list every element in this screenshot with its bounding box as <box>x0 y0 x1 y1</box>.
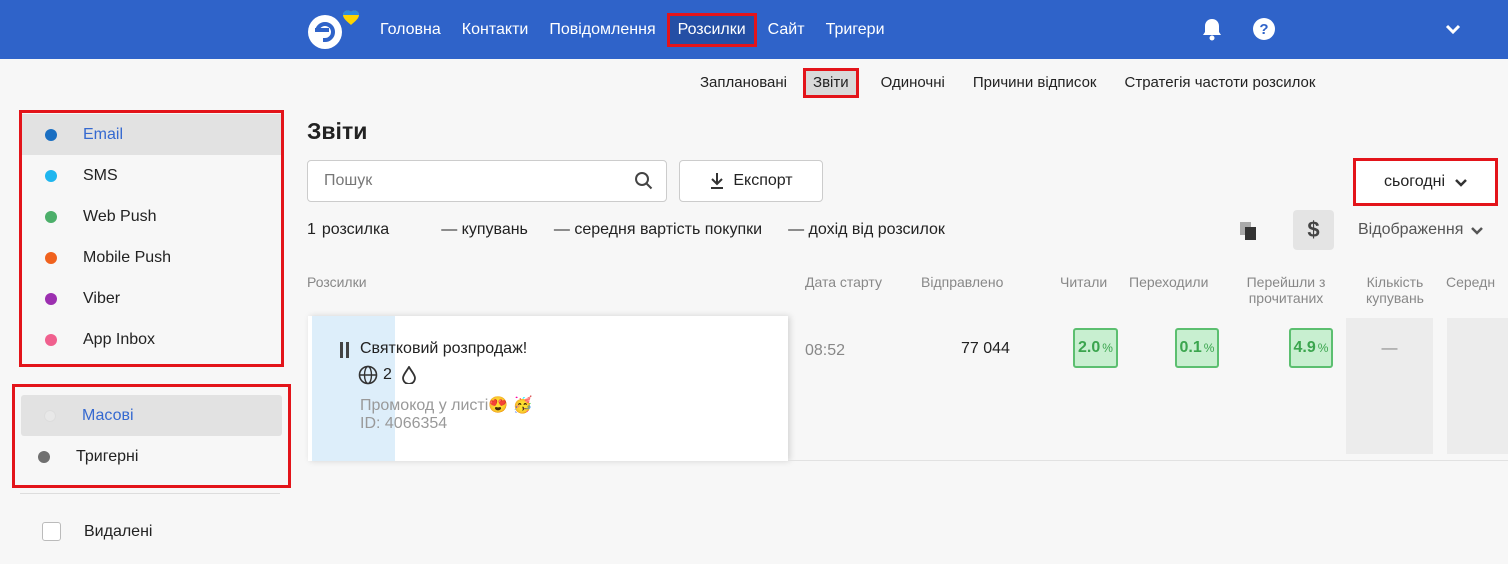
channels-label: App Inbox <box>83 330 156 348</box>
ctor-rate-badge[interactable]: 4.9% <box>1289 328 1333 368</box>
chevron-down-icon <box>1471 226 1484 235</box>
bell-icon[interactable] <box>1197 14 1227 44</box>
deleted-checkbox[interactable] <box>42 522 61 541</box>
channels-label: Viber <box>83 289 121 307</box>
subnav-item-2[interactable]: Одиночні <box>867 68 959 98</box>
campaign-name[interactable]: Святковий розпродаж! <box>360 340 527 358</box>
channels-label: Web Push <box>83 207 157 225</box>
subnav-item-4[interactable]: Стратегія частоти розсилок <box>1111 68 1330 98</box>
top-bar: Головна Контакти Повідомлення Розсилки Сайт Т… <box>0 0 1508 59</box>
nav-item-1[interactable]: Контакти <box>452 13 539 47</box>
read-rate-badge[interactable]: 2.0% <box>1073 328 1118 368</box>
globe-icon <box>358 365 378 385</box>
campaign-meta: 2 <box>358 365 416 385</box>
channels-item-5[interactable]: App Inbox <box>22 319 281 360</box>
period-label: сьогодні <box>1384 173 1445 190</box>
export-label: Експорт <box>733 172 793 189</box>
main-nav: Головна Контакти Повідомлення Розсилки Сайт Т… <box>370 0 896 59</box>
average-cell <box>1447 318 1508 454</box>
page-title: Звіти <box>307 118 368 144</box>
deleted-label: Видалені <box>84 522 153 540</box>
nav-item-0[interactable]: Головна <box>370 13 451 47</box>
avg-price-stat: — середня вартість покупки <box>553 221 763 238</box>
header-purchases[interactable]: Кількість купувань <box>1362 274 1428 306</box>
header-start-date[interactable]: Дата старту <box>805 274 882 290</box>
deleted-filter[interactable]: Видалені <box>42 522 152 541</box>
row-divider <box>788 460 1508 461</box>
purchases-stat: — купувань <box>441 221 528 238</box>
campaign-id: ID: 4066354 <box>360 415 448 432</box>
period-dropdown[interactable]: сьогодні <box>1353 158 1498 206</box>
chevron-down-icon[interactable] <box>1438 14 1468 44</box>
dot-icon <box>45 169 57 182</box>
header-clicked[interactable]: Переходили <box>1129 274 1208 290</box>
dot-icon <box>45 210 57 223</box>
nav-item-4[interactable]: Сайт <box>758 13 815 47</box>
dot-icon <box>45 292 57 305</box>
channels-label: Mobile Push <box>83 248 172 266</box>
campaign-count: 1 розсилка <box>307 221 390 238</box>
campaign-kind-filter: Масові Тригерні <box>12 384 291 488</box>
dot-icon <box>44 409 56 422</box>
kinds-label: Масові <box>82 406 134 424</box>
dollar-icon: $ <box>1307 217 1320 242</box>
help-icon[interactable]: ? <box>1249 14 1279 44</box>
start-time: 08:52 <box>805 342 846 359</box>
search-box[interactable] <box>307 160 667 202</box>
drop-icon <box>402 366 416 384</box>
channels-item-3[interactable]: Mobile Push <box>22 237 281 278</box>
dot-icon <box>45 128 57 141</box>
header-average[interactable]: Середн <box>1446 274 1495 290</box>
nav-item-5[interactable]: Тригери <box>816 13 895 47</box>
divider <box>20 493 280 494</box>
table-row[interactable] <box>308 316 788 461</box>
channel-filter: Email SMS Web Push Mobile Push Viber App Inbo… <box>19 110 284 367</box>
view-label: Відображення <box>1358 221 1464 238</box>
search-input[interactable] <box>308 161 608 201</box>
subnav-item-1[interactable]: Звіти <box>803 68 859 98</box>
channels-item-2[interactable]: Web Push <box>22 196 281 237</box>
kinds-item-0[interactable]: Масові <box>21 395 282 436</box>
purchases-value: — <box>1381 340 1398 357</box>
nav-item-3[interactable]: Розсилки <box>666 12 757 47</box>
dot-icon <box>45 333 57 346</box>
row-stripe <box>312 316 395 461</box>
channels-label: SMS <box>83 166 118 184</box>
click-rate-badge[interactable]: 0.1% <box>1175 328 1219 368</box>
channels-label: Email <box>83 125 124 143</box>
download-icon <box>711 173 724 189</box>
export-button[interactable]: Експорт <box>679 160 823 202</box>
header-ctor[interactable]: Перейшли з прочитаних <box>1245 274 1327 306</box>
purchases-cell: — <box>1346 318 1433 454</box>
subnav-item-3[interactable]: Причини відписок <box>959 68 1111 98</box>
currency-toggle-button[interactable]: $ <box>1293 210 1334 250</box>
summary-stats: 1 розсилка — купувань — середня вартість … <box>307 221 971 239</box>
dot-icon <box>45 251 57 264</box>
channels-item-0[interactable]: Email <box>22 114 281 155</box>
sent-count: 77 044 <box>961 340 1010 357</box>
chevron-down-icon <box>1455 178 1467 187</box>
svg-text:?: ? <box>1259 21 1268 38</box>
header-read[interactable]: Читали <box>1060 274 1107 290</box>
logo-icon[interactable] <box>305 8 365 52</box>
view-dropdown[interactable]: Відображення <box>1358 221 1484 239</box>
channels-item-4[interactable]: Viber <box>22 278 281 319</box>
search-icon[interactable] <box>634 171 654 196</box>
kinds-label: Тригерні <box>76 447 139 465</box>
header-sent[interactable]: Відправлено <box>921 274 1003 290</box>
dot-icon <box>38 450 50 463</box>
sites-count: 2 <box>383 366 392 383</box>
copy-icon[interactable] <box>1238 220 1258 247</box>
kinds-item-1[interactable]: Тригерні <box>15 436 288 477</box>
sub-nav: Заплановані Звіти Одиночні Причини відписок… <box>700 68 1329 98</box>
channels-item-1[interactable]: SMS <box>22 155 281 196</box>
campaign-description: Промокод у листі😍 🥳 <box>360 397 533 414</box>
revenue-stat: — дохід від розсилок <box>788 221 945 238</box>
header-campaigns[interactable]: Розсилки <box>307 274 367 290</box>
nav-item-2[interactable]: Повідомлення <box>539 13 665 47</box>
pause-icon[interactable] <box>339 341 351 364</box>
subnav-item-0[interactable]: Заплановані <box>700 68 801 98</box>
